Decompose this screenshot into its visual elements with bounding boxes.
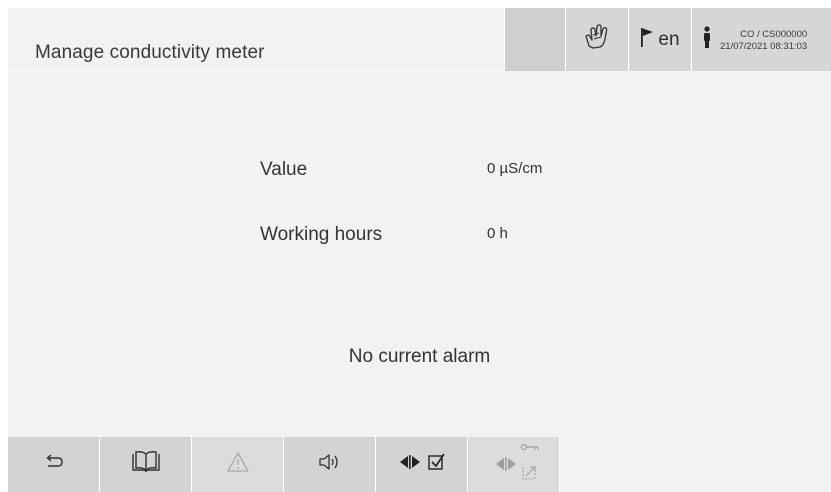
manual-button[interactable] (100, 437, 192, 492)
language-code: en (658, 28, 680, 50)
user-session-info: CO / CS000000 21/07/2021 08:31:03 (720, 27, 807, 53)
session-datetime: 21/07/2021 08:31:03 (720, 40, 808, 52)
operator-button[interactable] (565, 8, 628, 71)
user-code: CO / CS000000 (740, 28, 808, 40)
valve-key-icon (486, 442, 542, 487)
hand-icon (583, 24, 611, 55)
user-icon (702, 25, 712, 54)
header-bar: Manage conductivity meter en CO / CS0000… (8, 8, 831, 71)
screen: Manage conductivity meter en CO / CS0000… (8, 8, 831, 492)
language-button[interactable]: en (628, 8, 691, 71)
value-label: Value (260, 159, 308, 180)
valve-check-button[interactable] (376, 437, 468, 492)
alarm-status: No current alarm (348, 346, 491, 367)
working-hours-value: 0 h (487, 225, 508, 242)
valve-check-icon (396, 451, 448, 478)
speaker-icon (318, 452, 342, 477)
back-arrow-icon (43, 454, 65, 475)
sound-button[interactable] (284, 437, 376, 492)
back-button[interactable] (8, 437, 100, 492)
valve-key-button[interactable] (468, 437, 560, 492)
alarms-button[interactable] (192, 437, 284, 492)
footer-toolbar (8, 437, 831, 492)
page-title: Manage conductivity meter (35, 42, 265, 63)
header-blank-slot (504, 8, 565, 71)
flag-icon (640, 26, 654, 53)
user-info-button[interactable]: CO / CS000000 21/07/2021 08:31:03 (691, 8, 831, 71)
warning-icon (226, 451, 250, 478)
value-reading: 0 µS/cm (487, 160, 543, 177)
book-icon (130, 451, 162, 478)
working-hours-label: Working hours (260, 224, 383, 245)
